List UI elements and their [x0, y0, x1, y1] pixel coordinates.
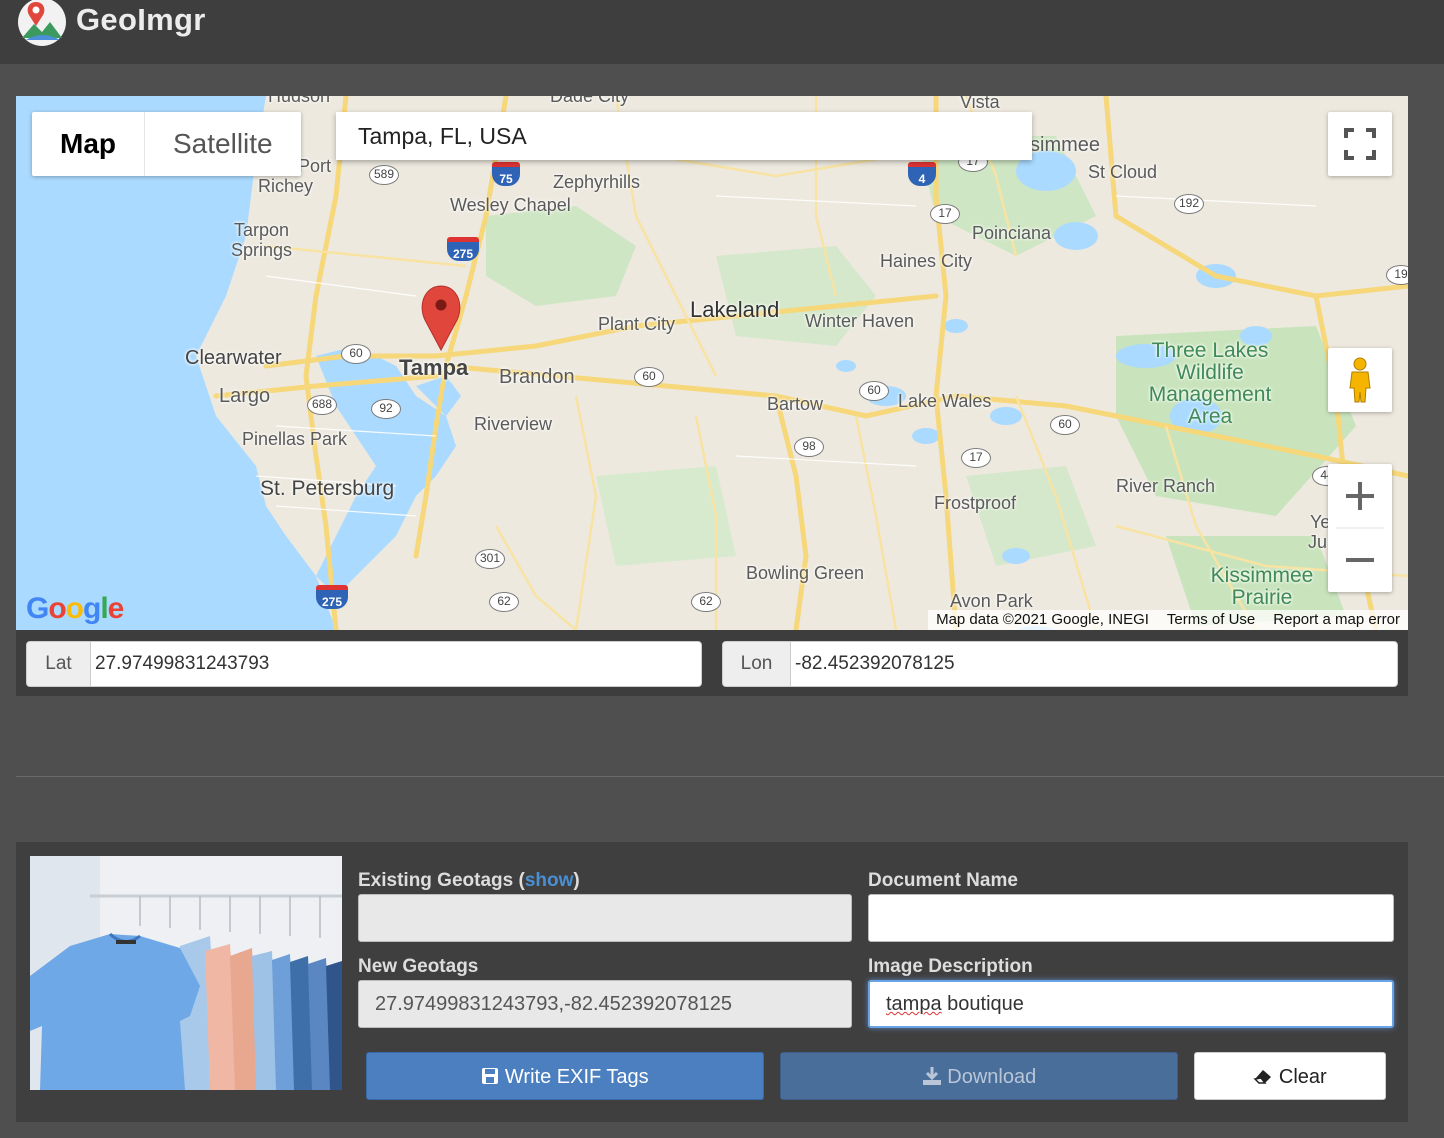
map-label: Dade City: [550, 96, 630, 106]
map-label: Bowling Green: [746, 563, 865, 583]
route-shield: 589: [369, 165, 399, 185]
map-label: Plant City: [598, 314, 676, 334]
lat-label: Lat: [27, 642, 91, 686]
route-shield: 62: [489, 592, 519, 612]
image-panel: Existing Geotags (show) Document Name Ne…: [16, 842, 1408, 1122]
map-type-satellite-button[interactable]: Satellite: [145, 112, 301, 176]
longitude-group: Lon -82.452392078125: [722, 641, 1398, 687]
map-label: Tampa: [399, 355, 469, 380]
map-label: Riverview: [474, 414, 553, 434]
map-label: Haines City: [880, 251, 973, 271]
map-label: Vista: [960, 96, 1000, 112]
map-label: Bartow: [767, 394, 824, 414]
image-description-label: Image Description: [868, 956, 1033, 977]
route-shield: 92: [371, 399, 401, 419]
map-type-map-button[interactable]: Map: [32, 112, 145, 176]
map-data-credit: Map data ©2021 Google, INEGI: [936, 611, 1149, 628]
fullscreen-button[interactable]: [1328, 112, 1392, 176]
fullscreen-icon: [1344, 128, 1376, 160]
route-shield: 62: [691, 592, 721, 612]
route-shield: 17: [930, 204, 960, 224]
show-existing-geotags-link[interactable]: show: [525, 870, 574, 891]
route-shield: 60: [1050, 415, 1080, 435]
location-search-input[interactable]: Tampa, FL, USA: [336, 112, 1032, 160]
eraser-icon: [1253, 1070, 1272, 1084]
route-shield: 301: [475, 549, 505, 569]
map-label: Three Lakes Wildlife Management Area: [1148, 339, 1272, 428]
app-title[interactable]: GeoImgr: [76, 2, 206, 38]
route-shield: 98: [794, 437, 824, 457]
report-map-error-link[interactable]: Report a map error: [1273, 610, 1400, 630]
route-shield: 192: [1174, 194, 1204, 214]
section-divider: [16, 776, 1444, 777]
write-exif-tags-button[interactable]: Write EXIF Tags: [366, 1052, 764, 1100]
top-bar: GeoImgr: [0, 0, 1444, 64]
terms-of-use-link[interactable]: Terms of Use: [1167, 610, 1255, 630]
map-label: River Ranch: [1116, 476, 1216, 496]
longitude-input[interactable]: -82.452392078125: [791, 642, 1397, 686]
map-label: simmee: [1030, 134, 1101, 156]
map-label: Port: [298, 156, 332, 176]
map-attribution: Map data ©2021 Google, INEGI Terms of Us…: [928, 610, 1408, 630]
map-label: Avon Park: [950, 591, 1033, 611]
download-button[interactable]: Download: [780, 1052, 1178, 1100]
route-shield: 60: [859, 381, 889, 401]
interstate-shield: 275: [316, 585, 348, 609]
route-shield: 19: [1386, 265, 1408, 285]
document-name-input[interactable]: [868, 894, 1394, 942]
document-name-label: Document Name: [868, 870, 1018, 891]
route-shield: 60: [341, 344, 371, 364]
zoom-in-icon[interactable]: [1346, 482, 1374, 510]
clear-button[interactable]: Clear: [1194, 1052, 1386, 1100]
map-label: Poinciana: [972, 223, 1052, 243]
map-label: Largo: [219, 385, 271, 407]
save-icon: [482, 1068, 499, 1084]
map-label: Hudson: [268, 96, 331, 106]
map-label: St. Petersburg: [260, 477, 395, 500]
map-label: Brandon: [499, 366, 575, 388]
map-label: Zephyrhills: [553, 172, 641, 192]
map-type-control: Map Satellite: [32, 112, 301, 176]
existing-geotags-field[interactable]: [358, 894, 852, 942]
interstate-shield: 75: [492, 162, 520, 186]
new-geotags-field[interactable]: 27.97499831243793,-82.452392078125: [358, 980, 852, 1028]
interstate-shield: 275: [447, 237, 479, 261]
pegman-icon: [1349, 357, 1371, 403]
map-label: Lake Wales: [898, 391, 992, 411]
map-container: Hudson Dade City Vista Port Richey Zephy…: [16, 96, 1408, 696]
map-label: Clearwater: [185, 347, 282, 369]
interstate-shield: 4: [908, 162, 936, 186]
map-label: Richey: [258, 176, 314, 196]
map-label: Pinellas Park: [242, 429, 348, 449]
latitude-input[interactable]: 27.97499831243793: [91, 642, 701, 686]
geoimgr-logo-icon[interactable]: [16, 0, 68, 48]
new-geotags-label: New Geotags: [358, 956, 479, 977]
map-label: Ju: [1308, 532, 1328, 552]
image-thumbnail[interactable]: [30, 856, 342, 1090]
map-label: Winter Haven: [805, 311, 915, 331]
existing-geotags-label: Existing Geotags (show): [358, 870, 580, 891]
street-view-pegman-button[interactable]: [1328, 348, 1392, 412]
map-label: Tarpon: [234, 220, 290, 240]
zoom-control: [1328, 464, 1392, 592]
map-label: Frostproof: [934, 493, 1017, 513]
download-icon: [922, 1067, 941, 1085]
map-label: Springs: [231, 240, 293, 260]
map-label: Kissimmee Prairie: [1210, 564, 1314, 609]
route-shield: 688: [307, 395, 337, 415]
map-label: St Cloud: [1088, 162, 1158, 182]
latitude-group: Lat 27.97499831243793: [26, 641, 702, 687]
map-label: Lakeland: [690, 297, 780, 322]
google-map[interactable]: Hudson Dade City Vista Port Richey Zephy…: [16, 96, 1408, 630]
image-description-input[interactable]: tampa boutique: [868, 980, 1394, 1028]
lon-label: Lon: [723, 642, 791, 686]
map-label: Wesley Chapel: [450, 195, 571, 215]
route-shield: 17: [961, 448, 991, 468]
route-shield: 60: [634, 367, 664, 387]
google-logo: Google: [26, 592, 124, 625]
